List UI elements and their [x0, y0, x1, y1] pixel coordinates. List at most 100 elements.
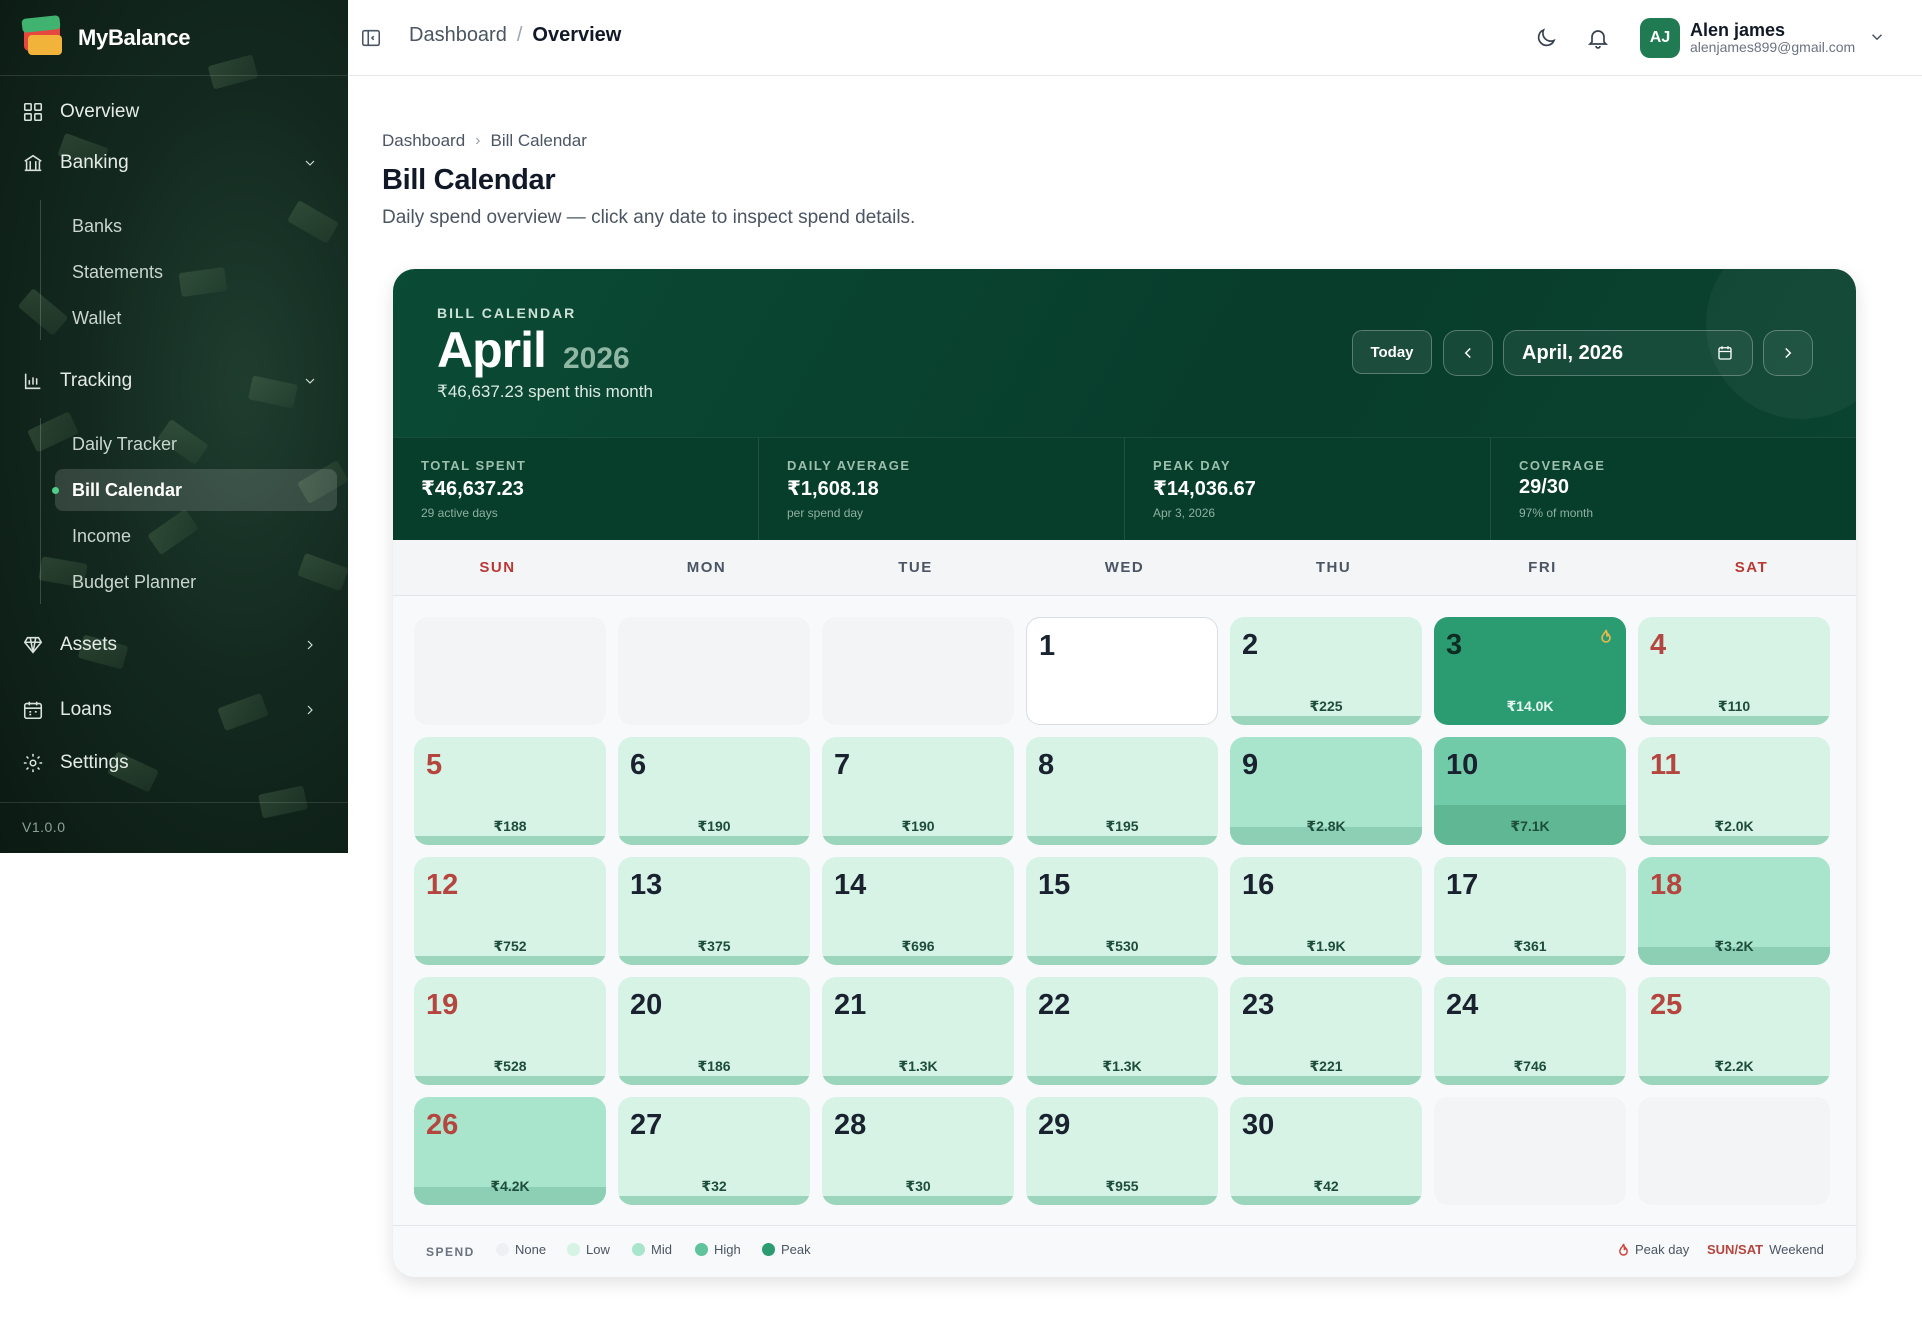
calendar-day-cell[interactable]: 14 ₹696	[822, 857, 1014, 965]
sidebar: MyBalance Overview Banking Banks Stateme…	[0, 0, 348, 853]
day-spend-amount: ₹746	[1513, 1058, 1547, 1074]
day-number: 8	[1038, 749, 1055, 781]
calendar-day-cell[interactable]: 25 ₹2.2K	[1638, 977, 1830, 1085]
calendar-day-cell[interactable]: 30 ₹42	[1230, 1097, 1422, 1205]
spend-level-bar	[1638, 836, 1830, 845]
calendar-day-cell[interactable]: 28 ₹30	[822, 1097, 1014, 1205]
calendar-day-cell[interactable]: 6 ₹190	[618, 737, 810, 845]
sidebar-item-overview[interactable]: Overview	[22, 92, 326, 132]
day-spend-amount: ₹42	[1313, 1178, 1339, 1194]
sidebar-item-daily-tracker[interactable]: Daily Tracker	[55, 423, 337, 465]
moon-icon[interactable]	[1534, 26, 1558, 50]
calendar-day-cell[interactable]: 20 ₹186	[618, 977, 810, 1085]
sidebar-item-banking[interactable]: Banking	[22, 143, 326, 183]
day-number: 26	[426, 1109, 459, 1141]
day-spend-amount: ₹190	[901, 818, 935, 834]
sidebar-toggle-icon[interactable]	[360, 27, 382, 49]
calendar-day-cell[interactable]: 1	[1026, 617, 1218, 725]
calendar-day-cell[interactable]: 2 ₹225	[1230, 617, 1422, 725]
stat-sub: per spend day	[787, 506, 864, 520]
sidebar-item-settings[interactable]: Settings	[22, 743, 326, 783]
day-spend-amount: ₹375	[697, 938, 731, 954]
spend-level-bar	[1638, 1076, 1830, 1085]
user-name[interactable]: Alen james	[1690, 20, 1785, 41]
spend-level-bar	[414, 956, 606, 965]
day-number: 30	[1242, 1109, 1275, 1141]
calendar-day-cell[interactable]: 7 ₹190	[822, 737, 1014, 845]
next-month-button[interactable]	[1763, 330, 1813, 376]
calendar-day-cell[interactable]: 17 ₹361	[1434, 857, 1626, 965]
calendar-day-cell[interactable]: 11 ₹2.0K	[1638, 737, 1830, 845]
sidebar-item-bill-calendar[interactable]: Bill Calendar	[52, 469, 337, 511]
stat-value: ₹14,036.67	[1153, 478, 1256, 500]
month-spent-summary: ₹46,637.23 spent this month	[437, 382, 653, 401]
calendar-day-cell[interactable]: 9 ₹2.8K	[1230, 737, 1422, 845]
day-number: 4	[1650, 629, 1667, 661]
legend-label: None	[515, 1242, 547, 1257]
sidebar-item-statements[interactable]: Statements	[55, 251, 337, 293]
chevron-down-icon	[305, 378, 315, 384]
calendar-day-cell[interactable]: 16 ₹1.9K	[1230, 857, 1422, 965]
calendar-day-cell[interactable]: 13 ₹375	[618, 857, 810, 965]
day-spend-amount: ₹110	[1717, 698, 1751, 714]
day-number: 10	[1446, 749, 1479, 781]
weekday-label: SUN	[479, 559, 516, 576]
day-spend-amount: ₹190	[697, 818, 731, 834]
sidebar-item-tracking[interactable]: Tracking	[22, 361, 326, 401]
bill-calendar-card: BILL CALENDAR April 2026 ₹46,637.23 spen…	[393, 269, 1856, 1277]
day-number: 18	[1650, 869, 1683, 901]
calendar-cell-empty	[618, 617, 810, 725]
brand[interactable]: MyBalance	[21, 15, 191, 60]
calendar-day-cell[interactable]: 21 ₹1.3K	[822, 977, 1014, 1085]
divider	[0, 802, 348, 803]
sidebar-item-budget-planner[interactable]: Budget Planner	[55, 561, 337, 603]
spend-level-bar	[1026, 1076, 1218, 1085]
legend-weekend: SUN/SAT Weekend	[1707, 1242, 1824, 1257]
calendar-day-cell[interactable]: 10 ₹7.1K	[1434, 737, 1626, 845]
spend-level-bar	[822, 1196, 1014, 1205]
calendar-day-cell[interactable]: 18 ₹3.2K	[1638, 857, 1830, 965]
calendar-day-cell[interactable]: 27 ₹32	[618, 1097, 810, 1205]
breadcrumb-root[interactable]: Dashboard	[409, 24, 507, 47]
sidebar-item-label: Overview	[60, 101, 140, 122]
calendar-day-cell[interactable]: 8 ₹195	[1026, 737, 1218, 845]
calendar-day-cell[interactable]: 3 ₹14.0K	[1434, 617, 1626, 725]
calendar-day-cell[interactable]: 12 ₹752	[414, 857, 606, 965]
chevron-right-icon: ›	[475, 132, 481, 149]
calendar-day-cell[interactable]: 5 ₹188	[414, 737, 606, 845]
prev-month-button[interactable]	[1443, 330, 1493, 376]
today-button[interactable]: Today	[1352, 330, 1432, 374]
chevron-down-icon[interactable]	[1868, 28, 1886, 46]
spend-level-bar	[618, 836, 810, 845]
month-picker[interactable]: April, 2026	[1503, 330, 1753, 376]
calendar-icon	[23, 701, 43, 720]
chevron-right-icon	[1785, 347, 1792, 359]
stat-coverage: COVERAGE 29/30 97% of month	[1491, 438, 1856, 540]
sidebar-item-label: Tracking	[60, 370, 133, 391]
bell-icon[interactable]	[1586, 26, 1610, 50]
day-number: 11	[1650, 749, 1681, 781]
sidebar-item-assets[interactable]: Assets	[22, 625, 326, 665]
calendar-day-cell[interactable]: 19 ₹528	[414, 977, 606, 1085]
calendar-day-cell[interactable]: 26 ₹4.2K	[414, 1097, 606, 1205]
calendar-day-cell[interactable]: 15 ₹530	[1026, 857, 1218, 965]
sidebar-item-income[interactable]: Income	[55, 515, 337, 557]
stat-sub: Apr 3, 2026	[1153, 506, 1216, 520]
day-spend-amount: ₹1.3K	[1102, 1058, 1142, 1074]
calendar-day-cell[interactable]: 22 ₹1.3K	[1026, 977, 1218, 1085]
weekday-header: SUN MON TUE WED THU FRI SAT	[393, 540, 1856, 596]
breadcrumb-root[interactable]: Dashboard	[382, 131, 465, 151]
calendar-day-cell[interactable]: 4 ₹110	[1638, 617, 1830, 725]
banknote-decoration	[207, 54, 259, 90]
calendar-day-cell[interactable]: 23 ₹221	[1230, 977, 1422, 1085]
chevron-down-icon	[305, 160, 315, 166]
calendar-day-cell[interactable]: 29 ₹955	[1026, 1097, 1218, 1205]
spend-level-bar	[1026, 956, 1218, 965]
sidebar-item-loans[interactable]: Loans	[22, 690, 326, 730]
avatar[interactable]: AJ	[1640, 18, 1680, 58]
calendar-day-cell[interactable]: 24 ₹746	[1434, 977, 1626, 1085]
sidebar-item-wallet[interactable]: Wallet	[55, 297, 337, 339]
sidebar-item-banks[interactable]: Banks	[55, 205, 337, 247]
flame-icon	[1619, 1243, 1628, 1256]
spend-level-bar	[1026, 836, 1218, 845]
